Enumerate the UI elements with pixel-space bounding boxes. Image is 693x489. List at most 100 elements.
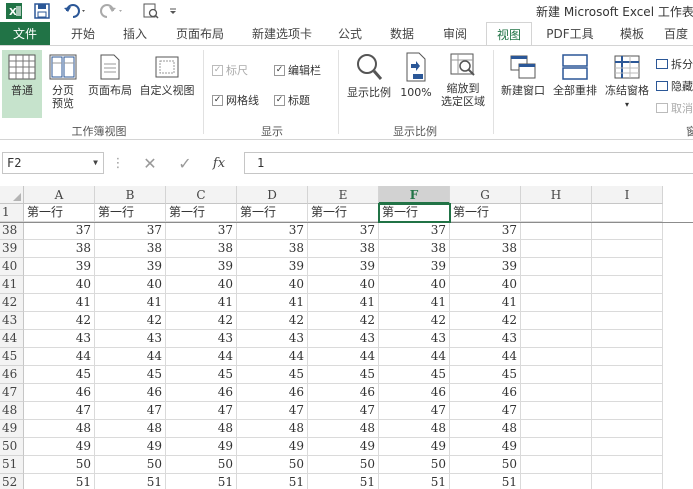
cell-a52[interactable]: 51 <box>24 474 95 489</box>
column-header-b[interactable]: B <box>95 186 166 204</box>
excel-logo-icon[interactable]: X <box>4 2 24 20</box>
cell-b45[interactable]: 44 <box>95 348 166 366</box>
page-break-preview-button[interactable]: 分页 预览 <box>46 50 80 118</box>
cell-i49[interactable] <box>592 420 663 438</box>
cell-c51[interactable]: 50 <box>166 456 237 474</box>
cell-g52[interactable]: 51 <box>450 474 521 489</box>
cell-f49[interactable]: 48 <box>379 420 450 438</box>
cell-h48[interactable] <box>521 402 592 420</box>
row-header[interactable]: 51 <box>0 456 24 474</box>
redo-icon[interactable] <box>98 2 126 20</box>
cell-f50[interactable]: 49 <box>379 438 450 456</box>
cell-g40[interactable]: 39 <box>450 258 521 276</box>
cell-a51[interactable]: 50 <box>24 456 95 474</box>
cell-g50[interactable]: 49 <box>450 438 521 456</box>
custom-views-button[interactable]: 自定义视图 <box>136 50 198 118</box>
cell-c38[interactable]: 37 <box>166 222 237 240</box>
cell-c42[interactable]: 41 <box>166 294 237 312</box>
cell-b41[interactable]: 40 <box>95 276 166 294</box>
cell-f45[interactable]: 44 <box>379 348 450 366</box>
cell-b42[interactable]: 41 <box>95 294 166 312</box>
cell-c48[interactable]: 47 <box>166 402 237 420</box>
cell-h1[interactable] <box>521 204 592 222</box>
cell-a1[interactable]: 第一行 <box>24 204 95 222</box>
insert-function-button[interactable]: fx <box>206 152 232 174</box>
cell-b50[interactable]: 49 <box>95 438 166 456</box>
cell-h41[interactable] <box>521 276 592 294</box>
cell-i42[interactable] <box>592 294 663 312</box>
cell-f40[interactable]: 39 <box>379 258 450 276</box>
zoom-button[interactable]: 显示比例 <box>342 50 396 118</box>
cell-a44[interactable]: 43 <box>24 330 95 348</box>
cell-i48[interactable] <box>592 402 663 420</box>
new-window-button[interactable]: 新建窗口 <box>497 50 549 118</box>
column-header-d[interactable]: D <box>237 186 308 204</box>
cell-b43[interactable]: 42 <box>95 312 166 330</box>
cell-c47[interactable]: 46 <box>166 384 237 402</box>
tab-new-tab[interactable]: 新建选项卡 <box>244 22 320 46</box>
cell-c44[interactable]: 43 <box>166 330 237 348</box>
cell-d52[interactable]: 51 <box>237 474 308 489</box>
cell-e45[interactable]: 44 <box>308 348 379 366</box>
cell-g45[interactable]: 44 <box>450 348 521 366</box>
cell-b49[interactable]: 48 <box>95 420 166 438</box>
cell-a41[interactable]: 40 <box>24 276 95 294</box>
cell-g51[interactable]: 50 <box>450 456 521 474</box>
spreadsheet-grid[interactable]: A B C D E F G H I 1 第一行 第一行 第一行 第一行 第一行 第一行 第一行 38 37 37 37 3… <box>0 186 693 489</box>
cell-f52[interactable]: 51 <box>379 474 450 489</box>
row-header[interactable]: 1 <box>0 204 24 222</box>
tab-templates[interactable]: 模板 <box>610 22 654 46</box>
more-options-icon[interactable]: ⋮ <box>112 152 125 174</box>
name-box-dropdown-icon[interactable]: ▼ <box>93 153 98 173</box>
cell-a43[interactable]: 42 <box>24 312 95 330</box>
hide-button[interactable]: 隐藏 <box>656 78 693 94</box>
column-header-a[interactable]: A <box>24 186 95 204</box>
cell-b44[interactable]: 43 <box>95 330 166 348</box>
cell-h47[interactable] <box>521 384 592 402</box>
cell-e49[interactable]: 48 <box>308 420 379 438</box>
tab-insert[interactable]: 插入 <box>110 22 160 46</box>
cell-c1[interactable]: 第一行 <box>166 204 237 222</box>
cell-e39[interactable]: 38 <box>308 240 379 258</box>
formula-bar-checkbox[interactable]: ✓ 编辑栏 <box>274 62 321 78</box>
cell-h44[interactable] <box>521 330 592 348</box>
enter-icon[interactable]: ✓ <box>172 152 198 174</box>
cell-g1[interactable]: 第一行 <box>450 204 521 222</box>
cell-e1[interactable]: 第一行 <box>308 204 379 222</box>
cell-i52[interactable] <box>592 474 663 489</box>
row-header[interactable]: 43 <box>0 312 24 330</box>
cell-g41[interactable]: 40 <box>450 276 521 294</box>
ruler-checkbox[interactable]: ✓ 标尺 <box>212 62 248 78</box>
row-header[interactable]: 45 <box>0 348 24 366</box>
cell-g49[interactable]: 48 <box>450 420 521 438</box>
cell-g47[interactable]: 46 <box>450 384 521 402</box>
cell-f46[interactable]: 45 <box>379 366 450 384</box>
column-header-h[interactable]: H <box>521 186 592 204</box>
cell-c46[interactable]: 45 <box>166 366 237 384</box>
cell-f41[interactable]: 40 <box>379 276 450 294</box>
cell-d40[interactable]: 39 <box>237 258 308 276</box>
cell-c40[interactable]: 39 <box>166 258 237 276</box>
cell-b40[interactable]: 39 <box>95 258 166 276</box>
cell-i43[interactable] <box>592 312 663 330</box>
cell-d46[interactable]: 45 <box>237 366 308 384</box>
split-button[interactable]: 拆分 <box>656 56 693 72</box>
print-preview-icon[interactable] <box>140 2 162 20</box>
cell-h51[interactable] <box>521 456 592 474</box>
cell-c49[interactable]: 48 <box>166 420 237 438</box>
cell-c45[interactable]: 44 <box>166 348 237 366</box>
arrange-all-button[interactable]: 全部重排 <box>549 50 601 118</box>
column-header-g[interactable]: G <box>450 186 521 204</box>
tab-view[interactable]: 视图 <box>486 22 532 46</box>
cell-a48[interactable]: 47 <box>24 402 95 420</box>
cell-g43[interactable]: 42 <box>450 312 521 330</box>
cell-h39[interactable] <box>521 240 592 258</box>
row-header[interactable]: 38 <box>0 222 24 240</box>
cell-e48[interactable]: 47 <box>308 402 379 420</box>
row-header[interactable]: 46 <box>0 366 24 384</box>
select-all-corner[interactable] <box>0 186 24 204</box>
tab-pdf-tools[interactable]: PDF工具 <box>542 22 598 46</box>
cell-f51[interactable]: 50 <box>379 456 450 474</box>
row-header[interactable]: 49 <box>0 420 24 438</box>
tab-page-layout[interactable]: 页面布局 <box>168 22 232 46</box>
